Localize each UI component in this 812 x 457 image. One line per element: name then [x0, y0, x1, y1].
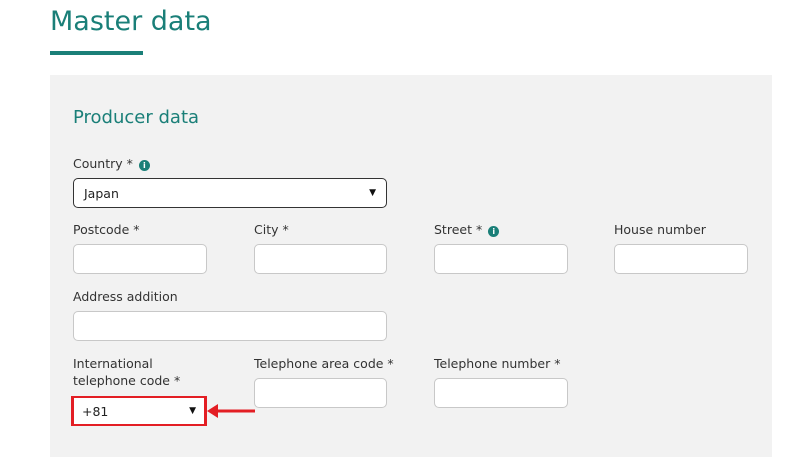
postcode-label: Postcode *: [73, 222, 140, 237]
intl-code-label: International telephone code *: [73, 355, 180, 389]
intl-code-select-value: +81: [82, 403, 109, 419]
street-label: Street * i: [434, 221, 500, 238]
country-label-text: Country *: [73, 156, 133, 171]
intl-code-label-line2: telephone code *: [73, 373, 181, 388]
postcode-input[interactable]: [73, 244, 207, 274]
city-input[interactable]: [254, 244, 387, 274]
title-underline: [50, 51, 143, 55]
address-addition-label: Address addition: [73, 289, 178, 304]
house-number-input[interactable]: [614, 244, 748, 274]
city-label: City *: [254, 222, 289, 237]
country-select[interactable]: Japan ▼: [73, 178, 387, 208]
phone-number-input[interactable]: [434, 378, 568, 408]
chevron-down-icon: ▼: [189, 406, 196, 416]
area-code-input[interactable]: [254, 378, 387, 408]
street-label-text: Street *: [434, 222, 483, 237]
phone-number-label: Telephone number *: [434, 356, 561, 371]
country-select-value: Japan: [84, 185, 119, 201]
page-title: Master data: [50, 6, 212, 37]
country-label: Country * i: [73, 155, 150, 172]
info-icon[interactable]: i: [488, 226, 500, 237]
area-code-label: Telephone area code *: [254, 356, 394, 371]
section-title: Producer data: [73, 107, 200, 128]
street-input[interactable]: [434, 244, 568, 274]
red-arrow-icon: [207, 404, 255, 418]
address-addition-input[interactable]: [73, 311, 387, 341]
chevron-down-icon: ▼: [369, 188, 376, 198]
house-number-label: House number: [614, 222, 706, 237]
intl-code-label-line1: International: [73, 356, 153, 371]
intl-code-select[interactable]: +81 ▼: [74, 398, 204, 424]
info-icon[interactable]: i: [138, 160, 150, 171]
